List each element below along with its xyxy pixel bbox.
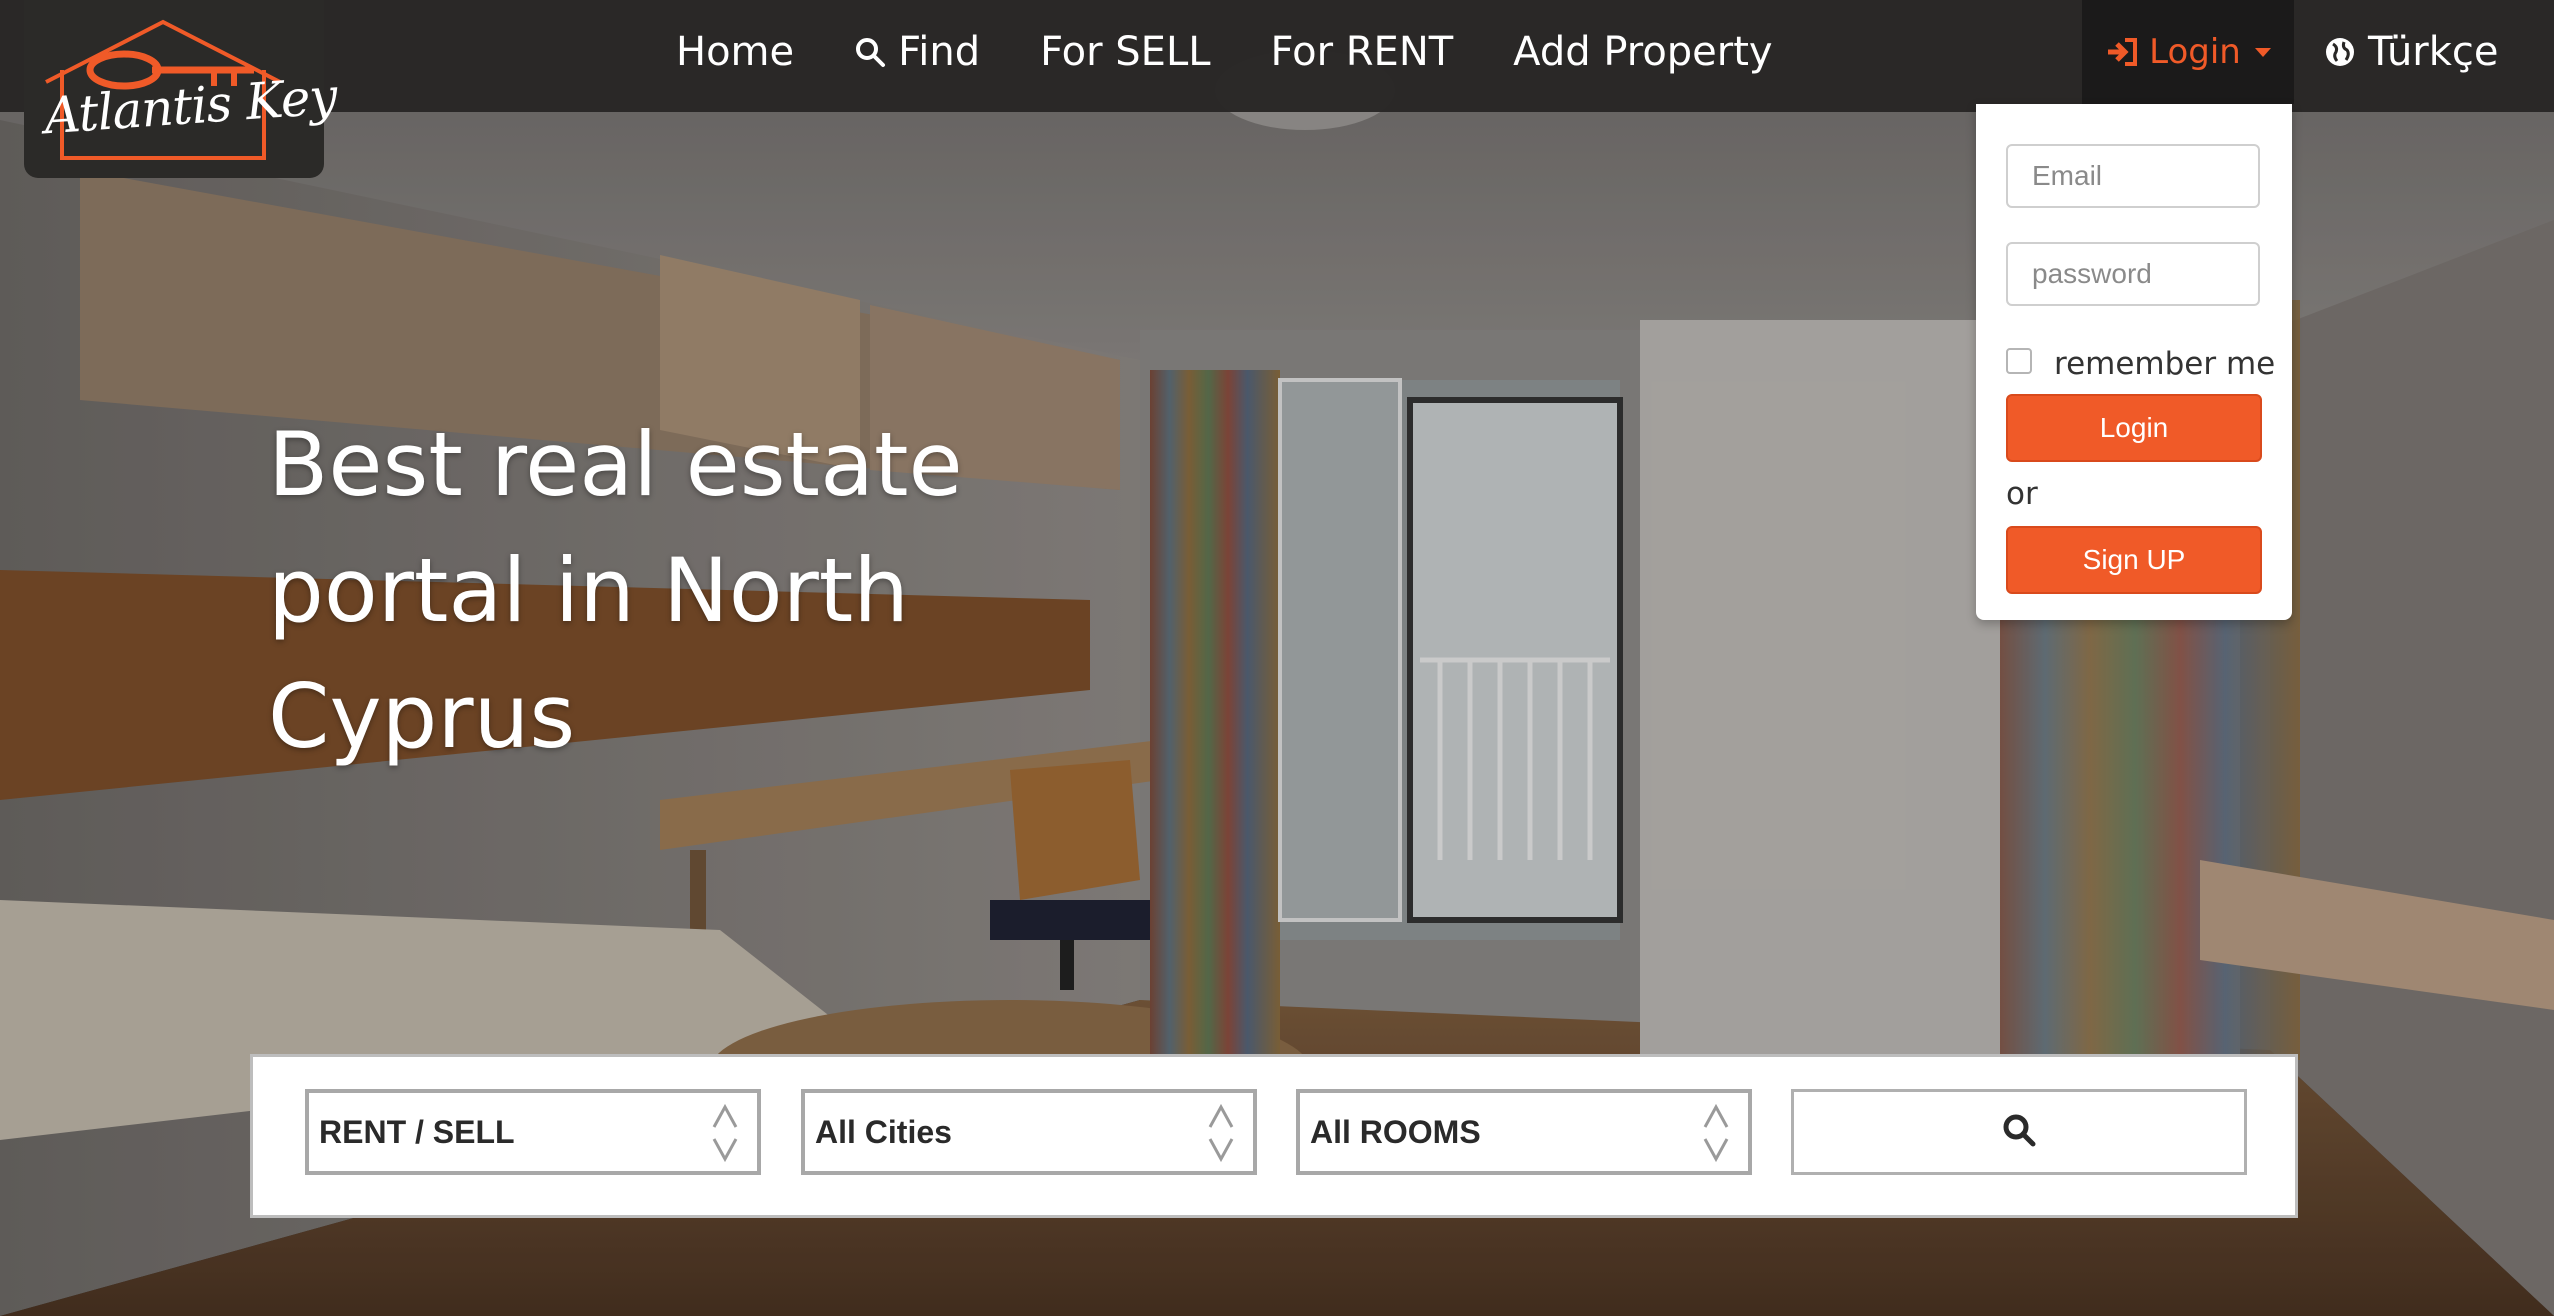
- city-value: All Cities: [815, 1113, 952, 1150]
- login-dropdown-toggle[interactable]: Login: [2082, 0, 2294, 104]
- property-search-bar: RENT / SELL All Cities All ROOMS: [250, 1054, 2298, 1218]
- city-select[interactable]: All Cities: [801, 1089, 1257, 1175]
- select-arrows-icon: [711, 1103, 739, 1171]
- rooms-select[interactable]: All ROOMS: [1296, 1089, 1752, 1175]
- caret-down-icon: [2254, 47, 2271, 57]
- password-field[interactable]: [2006, 242, 2260, 306]
- nav-add-property[interactable]: Add Property: [1513, 29, 1772, 75]
- sign-up-button[interactable]: Sign UP: [2006, 526, 2262, 594]
- login-button[interactable]: Login: [2006, 394, 2262, 462]
- nav-for-rent-label: For RENT: [1270, 29, 1454, 75]
- nav-find-label: Find: [898, 29, 981, 75]
- search-button[interactable]: [1791, 1089, 2247, 1175]
- hero-headline: Best real estate portal in North Cyprus: [268, 413, 963, 768]
- language-switch[interactable]: Türkçe: [2324, 0, 2499, 104]
- search-icon: [854, 36, 886, 68]
- nav-for-sell-label: For SELL: [1040, 29, 1211, 75]
- select-arrows-icon: [1207, 1103, 1235, 1171]
- remember-me-label: remember me: [2054, 346, 2276, 382]
- email-field[interactable]: [2006, 144, 2260, 208]
- remember-me-checkbox[interactable]: [2006, 348, 2032, 374]
- or-text: or: [2006, 476, 2038, 512]
- login-tab-label: Login: [2149, 32, 2241, 72]
- login-dropdown: remember me Login or Sign UP: [1976, 104, 2292, 620]
- nav-home[interactable]: Home: [676, 29, 794, 75]
- main-nav: Home Find For SELL For RENT Add Property: [676, 0, 1833, 104]
- nav-add-property-label: Add Property: [1513, 29, 1773, 75]
- nav-for-rent[interactable]: For RENT: [1271, 29, 1454, 75]
- select-arrows-icon: [1702, 1103, 1730, 1171]
- rent-sell-value: RENT / SELL: [319, 1113, 515, 1150]
- language-label: Türkçe: [2368, 29, 2499, 75]
- rent-sell-select[interactable]: RENT / SELL: [305, 1089, 761, 1175]
- nav-find[interactable]: Find: [854, 29, 980, 75]
- search-icon: [2002, 1113, 2036, 1151]
- globe-icon: [2324, 36, 2356, 68]
- sign-in-icon: [2105, 37, 2139, 67]
- rooms-value: All ROOMS: [1310, 1113, 1481, 1150]
- nav-home-label: Home: [676, 29, 795, 75]
- nav-for-sell[interactable]: For SELL: [1040, 29, 1210, 75]
- brand-logo[interactable]: Atlantis Key: [24, 0, 338, 178]
